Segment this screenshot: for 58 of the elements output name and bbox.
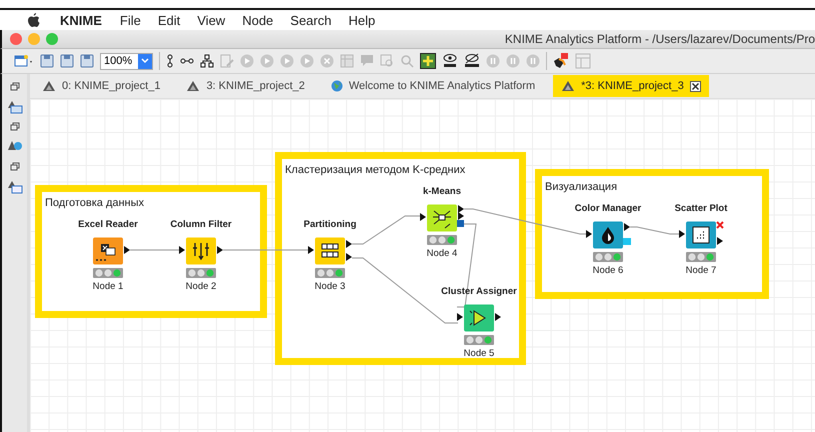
node-name: Scatter Plot (674, 203, 728, 216)
node-label: Node 4 (426, 248, 458, 259)
editor-tab[interactable]: 3: KNIME_project_2 (178, 75, 313, 97)
workflow-icon (42, 80, 56, 92)
node-label: Node 6 (592, 265, 624, 276)
close-window-button[interactable] (10, 33, 22, 45)
restore-icon[interactable] (10, 82, 20, 92)
node-name: k-Means (422, 186, 461, 199)
workflow-icon (561, 80, 576, 92)
zoom-dropdown[interactable]: 100% (100, 52, 154, 70)
node-label: Node 7 (686, 265, 716, 276)
menu-item[interactable]: Edit (158, 12, 180, 28)
caret-icon (141, 58, 150, 64)
save-as-icon[interactable] (60, 54, 74, 68)
node-name: Partitioning (304, 219, 356, 232)
node-label: Node 1 (92, 281, 124, 292)
workflow-icon (186, 80, 200, 92)
align-horizontal-icon[interactable] (180, 57, 194, 65)
hide-node-name-icon[interactable] (464, 53, 480, 69)
node-label: Node 2 (186, 281, 216, 292)
editor-tab[interactable]: Welcome to KNIME Analytics Platform (322, 75, 544, 97)
new-workflow-icon[interactable] (14, 54, 34, 68)
node-name: Column Filter (170, 219, 232, 232)
drop-node-icon[interactable] (585, 221, 631, 249)
show-node-id-icon[interactable] (442, 53, 458, 69)
annotation-title: Визуализация (545, 181, 618, 193)
menu-item[interactable]: Node (242, 12, 274, 28)
table-node-icon[interactable] (307, 237, 353, 265)
save-all-icon[interactable] (80, 54, 94, 68)
explorer-icon[interactable] (6, 180, 22, 194)
filter-node-icon[interactable] (178, 237, 224, 265)
triangle-node-icon[interactable] (456, 304, 502, 332)
auto-layout-icon[interactable] (200, 54, 214, 68)
save-icon[interactable] (40, 54, 54, 68)
node-name: Cluster Assigner (441, 286, 517, 299)
repository-icon[interactable] (6, 100, 22, 114)
scatter-node-icon[interactable] (678, 221, 724, 249)
close-icon[interactable] (690, 80, 701, 92)
app-name-menu[interactable]: KNIME (60, 12, 102, 28)
node-name: Color Manager (574, 203, 642, 216)
annotation-title: Кластеризация методом K-средних (285, 164, 466, 176)
align-vertical-icon[interactable] (166, 54, 174, 68)
cluster-node-icon[interactable] (419, 204, 465, 232)
editor-tab[interactable]: *3: KNIME_project_3 (553, 75, 709, 97)
node-name: Excel Reader (78, 219, 138, 232)
restore-icon[interactable] (10, 162, 20, 172)
menu-item[interactable]: File (120, 12, 141, 28)
window-title: KNIME Analytics Platform - /Users/lazarev/Documents/Pro (504, 32, 815, 46)
menu-item[interactable]: Search (290, 12, 332, 28)
node-label: Node 3 (314, 281, 346, 292)
menu-item[interactable]: Help (348, 12, 376, 28)
apple-logo-icon[interactable] (28, 13, 40, 27)
annotation-title: Подготовка данных (45, 197, 144, 209)
menu-item[interactable]: View (197, 12, 226, 28)
restore-icon[interactable] (10, 122, 20, 132)
node-label: Node 5 (464, 348, 494, 359)
editor-tab[interactable]: 0: KNIME_project_1 (34, 75, 168, 97)
globe-icon (330, 80, 343, 92)
